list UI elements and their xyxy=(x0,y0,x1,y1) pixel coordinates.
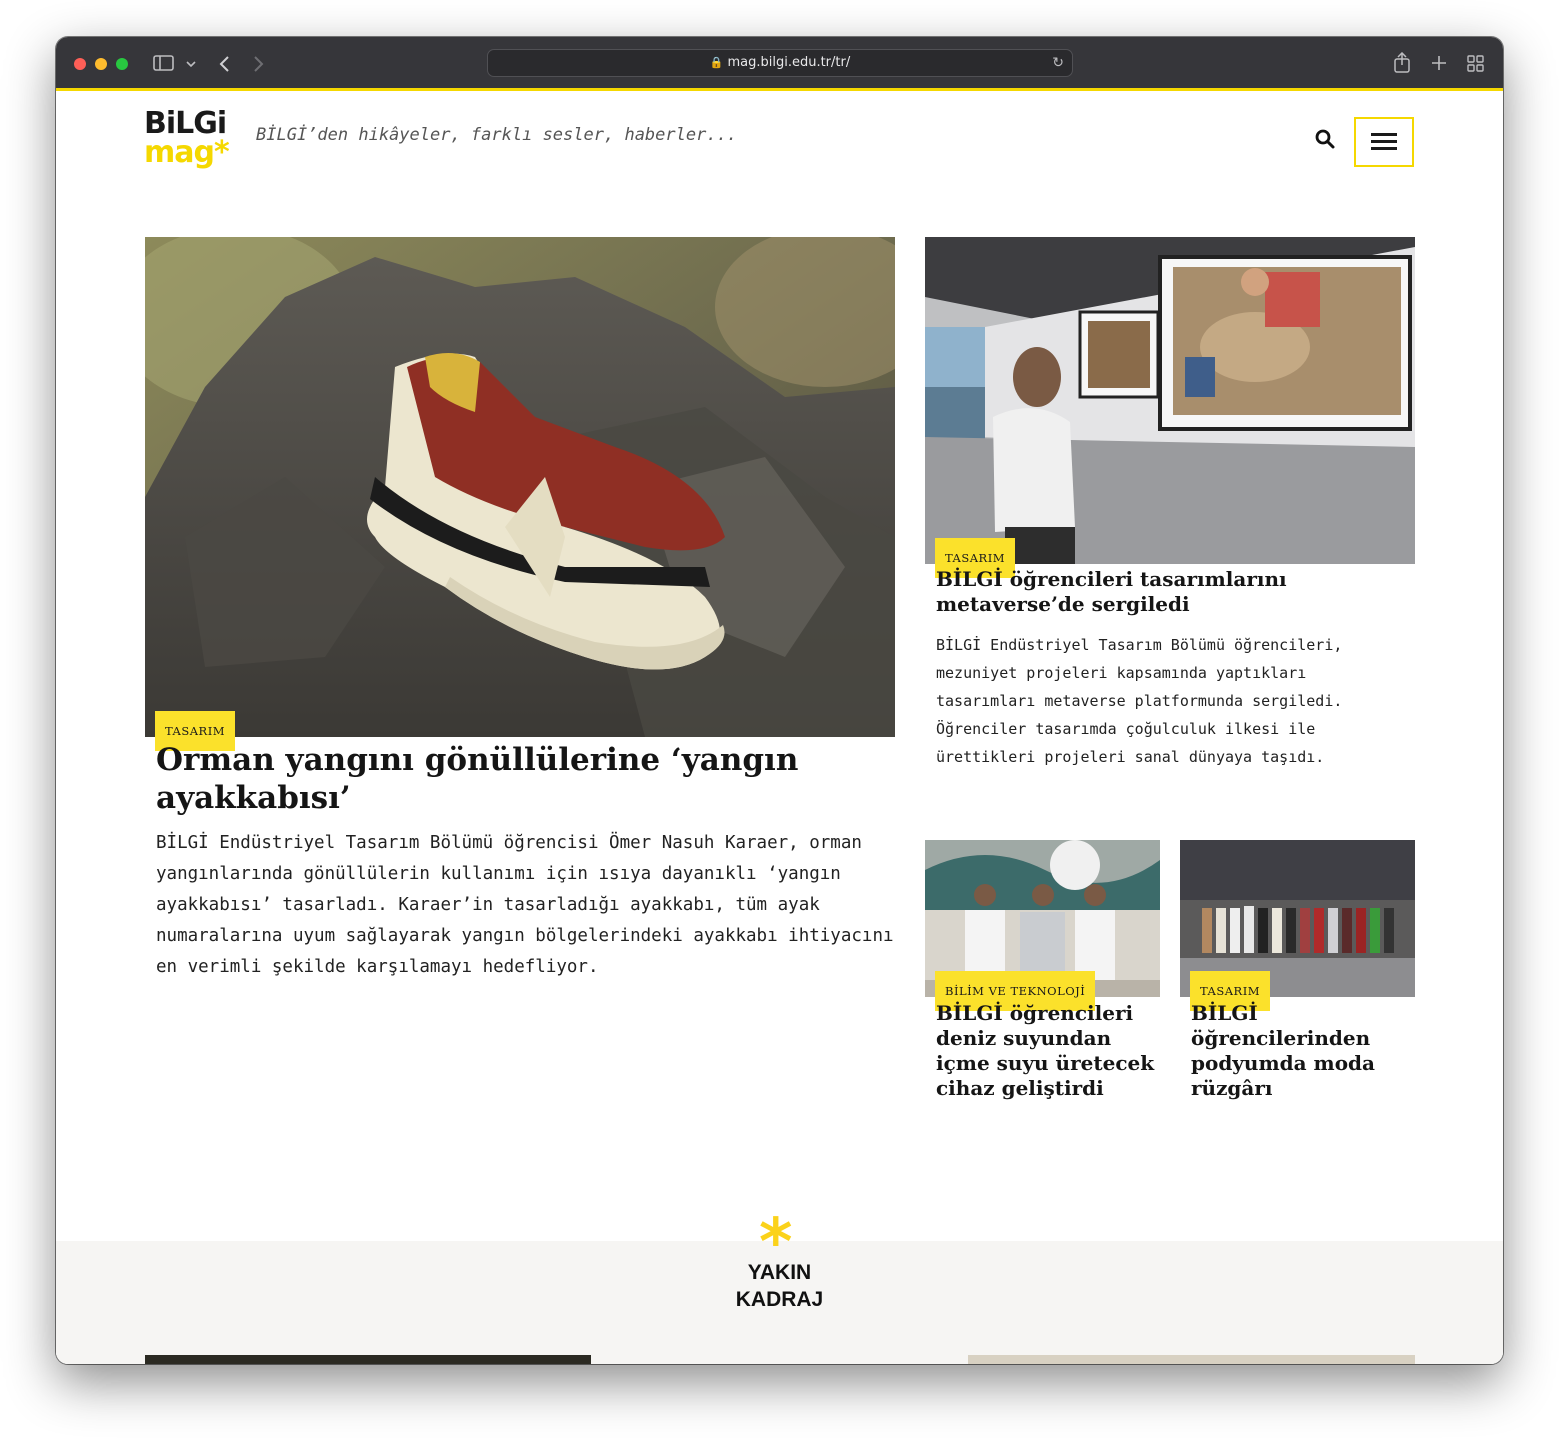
logo-text-mag: mag* xyxy=(144,135,230,170)
back-icon[interactable] xyxy=(218,56,230,72)
url-text: mag.bilgi.edu.tr/tr/ xyxy=(727,55,851,70)
site-tagline: BİLGİ’den hikâyeler, farklı sesler, habe… xyxy=(256,125,738,145)
section-title-line2: KADRAJ xyxy=(735,1288,824,1311)
gallery-image-right[interactable] xyxy=(968,1355,1415,1364)
minimize-window-button[interactable] xyxy=(95,58,107,70)
hamburger-icon xyxy=(1371,133,1397,136)
new-tab-icon[interactable] xyxy=(1431,55,1447,71)
card-title-water-device[interactable]: BİLGİ öğrencileri deniz suyundan içme su… xyxy=(936,1001,1156,1101)
secondary-article-summary: BİLGİ Endüstriyel Tasarım Bölümü öğrenci… xyxy=(936,636,1343,766)
search-icon[interactable] xyxy=(1313,127,1337,151)
bilgi-mag-logo[interactable]: BiLGi mag* xyxy=(144,109,244,179)
hamburger-line xyxy=(1371,147,1397,150)
secondary-article-image[interactable] xyxy=(925,237,1415,564)
address-bar[interactable]: 🔒 mag.bilgi.edu.tr/tr/ ↻ xyxy=(487,49,1073,77)
menu-button[interactable] xyxy=(1354,117,1414,167)
card-title-fashion[interactable]: BİLGİ öğrencilerinden podyumda moda rüzg… xyxy=(1191,1001,1411,1101)
share-icon[interactable] xyxy=(1393,52,1411,73)
sidebar-toggle-icon[interactable] xyxy=(153,55,175,72)
close-window-button[interactable] xyxy=(74,58,86,70)
browser-toolbar: 🔒 mag.bilgi.edu.tr/tr/ ↻ xyxy=(56,37,1503,91)
section-title: YAKIN KADRAJ xyxy=(56,1259,1503,1313)
forward-icon[interactable] xyxy=(253,56,265,72)
section-title-line1: YAKIN xyxy=(747,1261,812,1284)
lock-icon: 🔒 xyxy=(709,56,724,69)
gallery-image-left[interactable] xyxy=(145,1355,591,1364)
secondary-article-title[interactable]: BİLGİ öğrencileri tasarımlarını metavers… xyxy=(936,567,1376,617)
reload-icon[interactable]: ↻ xyxy=(1052,50,1064,76)
tab-overview-icon[interactable] xyxy=(1467,55,1484,72)
hamburger-line xyxy=(1371,140,1397,143)
featured-article-image[interactable] xyxy=(145,237,895,737)
page-content: BiLGi mag* BİLGİ’den hikâyeler, farklı s… xyxy=(56,91,1503,1364)
browser-window: 🔒 mag.bilgi.edu.tr/tr/ ↻ BiLGi mag* BİLGİ… xyxy=(56,37,1503,1364)
chevron-down-icon[interactable] xyxy=(186,61,196,68)
featured-article-title[interactable]: Orman yangını gönüllülerine ‘yangın ayak… xyxy=(156,741,876,817)
featured-article-summary: BİLGİ Endüstriyel Tasarım Bölümü öğrenci… xyxy=(156,833,894,977)
zoom-window-button[interactable] xyxy=(116,58,128,70)
